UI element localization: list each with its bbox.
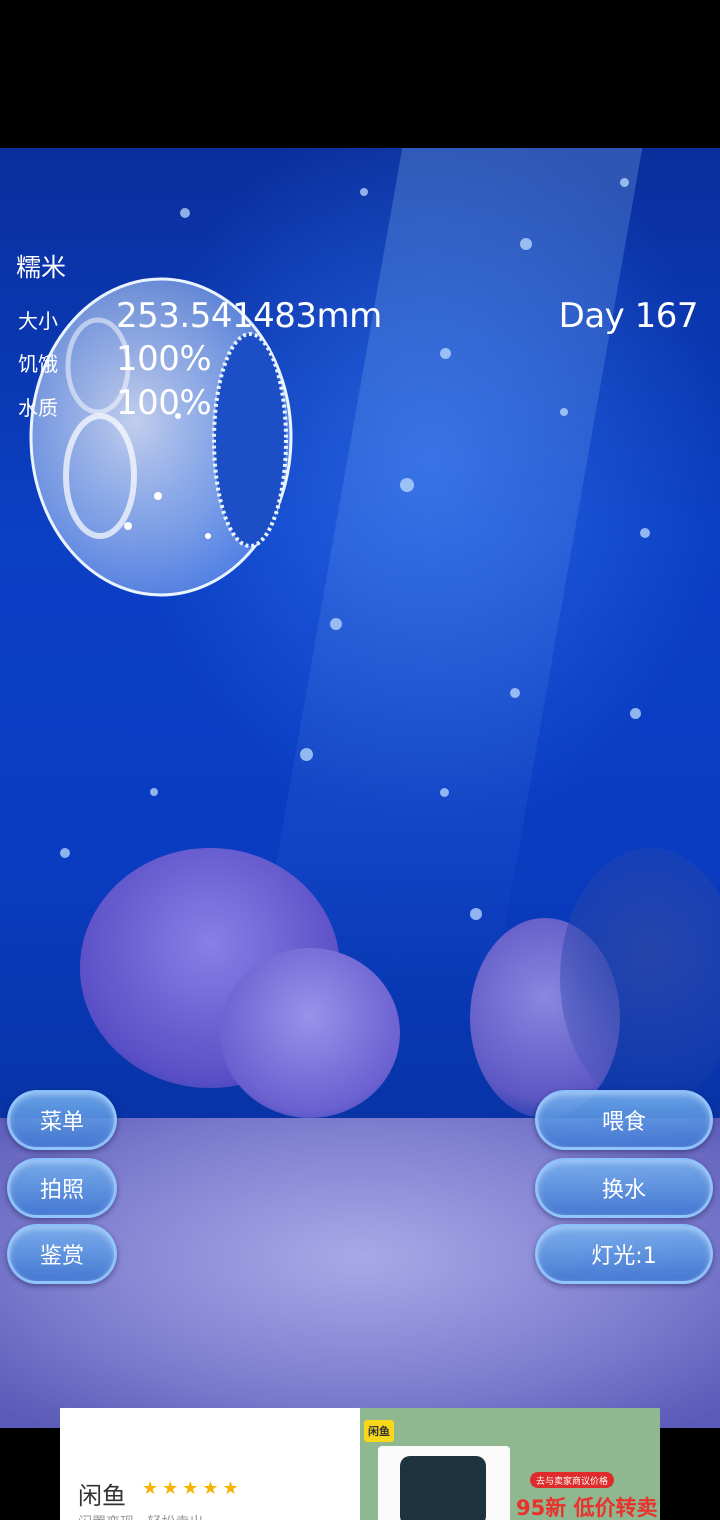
stat-label-size: 大小 bbox=[18, 309, 58, 333]
particle bbox=[150, 788, 158, 796]
menu-button[interactable]: 菜单 bbox=[7, 1090, 117, 1150]
gallery-button-label: 鉴赏 bbox=[39, 1244, 84, 1269]
particle bbox=[520, 238, 532, 250]
particle bbox=[510, 688, 520, 698]
particle bbox=[560, 408, 568, 416]
menu-button-label: 菜单 bbox=[39, 1110, 84, 1135]
photo-button-label: 拍照 bbox=[39, 1178, 84, 1203]
phone-camera-icon bbox=[400, 1456, 486, 1520]
change-water-button-label: 换水 bbox=[601, 1178, 646, 1203]
particle bbox=[60, 848, 70, 858]
coral bbox=[220, 948, 400, 1118]
status-bar-area bbox=[0, 0, 720, 148]
feed-button[interactable]: 喂食 bbox=[535, 1090, 713, 1150]
light-button-label: 灯光:1 bbox=[591, 1244, 657, 1269]
particle bbox=[300, 748, 313, 761]
photo-button[interactable]: 拍照 bbox=[7, 1158, 117, 1218]
feed-button-label: 喂食 bbox=[601, 1110, 646, 1135]
ad-headline: 95新 低价转卖 bbox=[516, 1496, 658, 1520]
change-water-button[interactable]: 换水 bbox=[535, 1158, 713, 1218]
ad-tag: 去与卖家商议价格 bbox=[530, 1472, 615, 1488]
particle bbox=[180, 208, 190, 218]
ad-text-panel: 闲鱼 ★★★★★ 闲置变现 · 轻松卖出 bbox=[60, 1408, 360, 1520]
stat-value-hunger: 100% bbox=[116, 339, 212, 379]
ad-banner[interactable]: 闲鱼 ★★★★★ 闲置变现 · 轻松卖出 闲鱼 去与卖家商议价格 95新 低价转… bbox=[60, 1408, 660, 1520]
ad-logo: 闲鱼 bbox=[364, 1420, 394, 1442]
particle bbox=[360, 188, 368, 196]
ad-tag-label: 去与卖家商议价格 bbox=[536, 1476, 609, 1487]
particle bbox=[440, 788, 449, 797]
particle bbox=[440, 348, 451, 359]
stat-label-water: 水质 bbox=[18, 396, 58, 420]
particle bbox=[400, 478, 414, 492]
ad-brand: 闲鱼 bbox=[78, 1482, 126, 1510]
particle bbox=[620, 178, 629, 187]
stat-label-hunger: 饥饿 bbox=[18, 352, 58, 376]
particle bbox=[330, 618, 342, 630]
phone-image bbox=[378, 1446, 510, 1520]
gallery-button[interactable]: 鉴赏 bbox=[7, 1224, 117, 1284]
ad-rating-stars: ★★★★★ bbox=[142, 1478, 243, 1499]
light-button[interactable]: 灯光:1 bbox=[535, 1224, 713, 1284]
stat-value-water: 100% bbox=[116, 383, 212, 423]
stat-value-size: 253.541483mm bbox=[116, 296, 382, 336]
ad-subtitle: 闲置变现 · 轻松卖出 bbox=[78, 1512, 203, 1520]
ad-image-panel[interactable]: 闲鱼 去与卖家商议价格 95新 低价转卖 bbox=[360, 1408, 660, 1520]
particle bbox=[630, 708, 641, 719]
particle bbox=[470, 908, 482, 920]
particle bbox=[640, 528, 650, 538]
day-counter: Day 167 bbox=[558, 296, 699, 336]
pet-name: 糯米 bbox=[16, 253, 67, 282]
